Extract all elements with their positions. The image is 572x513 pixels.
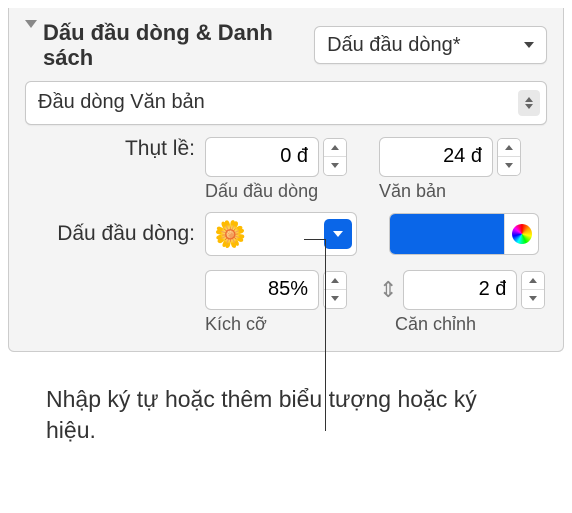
chevron-down-icon [518,32,540,58]
callout-line [325,239,326,431]
header-row: Dấu đầu dòng & Danh sách Dấu đầu dòng* [25,20,547,71]
chevron-down-icon[interactable] [25,20,37,28]
stepper-down[interactable] [522,290,544,308]
stepper-up[interactable] [498,139,520,157]
section-title: Dấu đầu dòng & Danh sách [43,20,304,71]
up-down-icon [518,90,540,116]
bullet-color-well[interactable] [389,213,539,255]
list-style-popup[interactable]: Dấu đầu dòng* [314,26,547,64]
bullet-indent-sublabel: Dấu đầu dòng [205,181,318,202]
indent-label: Thụt lề: [25,137,195,161]
text-indent-input[interactable] [379,137,493,177]
color-swatch [390,214,504,254]
align-field: ⇕ [379,270,545,310]
list-style-value: Dấu đầu dòng* [327,34,460,57]
stepper-up[interactable] [522,272,544,290]
align-input[interactable] [403,270,517,310]
bullet-type-popup[interactable]: Đầu dòng Văn bản [25,81,547,125]
bullets-lists-panel: Dấu đầu dòng & Danh sách Dấu đầu dòng* Đ… [8,8,564,352]
callout-caption: Nhập ký tự hoặc thêm biểu tượng hoặc ký … [46,384,486,446]
stepper-up[interactable] [324,139,346,157]
bullet-character-popup[interactable]: 🌼 [205,212,357,256]
align-vertical-icon: ⇕ [379,277,397,303]
bullet-type-value: Đầu dòng Văn bản [38,91,205,114]
stepper-down[interactable] [498,157,520,175]
align-stepper[interactable] [521,271,545,309]
chevron-down-icon [324,219,352,249]
bullet-indent-field [205,137,347,177]
text-indent-field [379,137,521,177]
stepper-down[interactable] [324,290,346,308]
indent-row: Thụt lề: Dấu đầu dòng Văn bản [25,137,547,202]
color-picker-button[interactable] [504,214,538,254]
bullet-type-row: Đầu dòng Văn bản [25,81,547,125]
size-align-row: Kích cỡ ⇕ Căn chỉnh [25,270,547,335]
stepper-down[interactable] [324,157,346,175]
align-sublabel: Căn chỉnh [395,314,476,335]
bullet-char-label: Dấu đầu dòng: [25,222,195,246]
text-indent-sublabel: Văn bản [379,181,446,202]
stepper-up[interactable] [324,272,346,290]
text-indent-stepper[interactable] [497,138,521,176]
size-stepper[interactable] [323,271,347,309]
flower-icon: 🌼 [214,221,246,247]
bullet-indent-input[interactable] [205,137,319,177]
color-wheel-icon [512,224,532,244]
bullet-character-row: Dấu đầu dòng: 🌼 [25,212,547,256]
bullet-indent-stepper[interactable] [323,138,347,176]
size-input[interactable] [205,270,319,310]
size-sublabel: Kích cỡ [205,314,267,335]
